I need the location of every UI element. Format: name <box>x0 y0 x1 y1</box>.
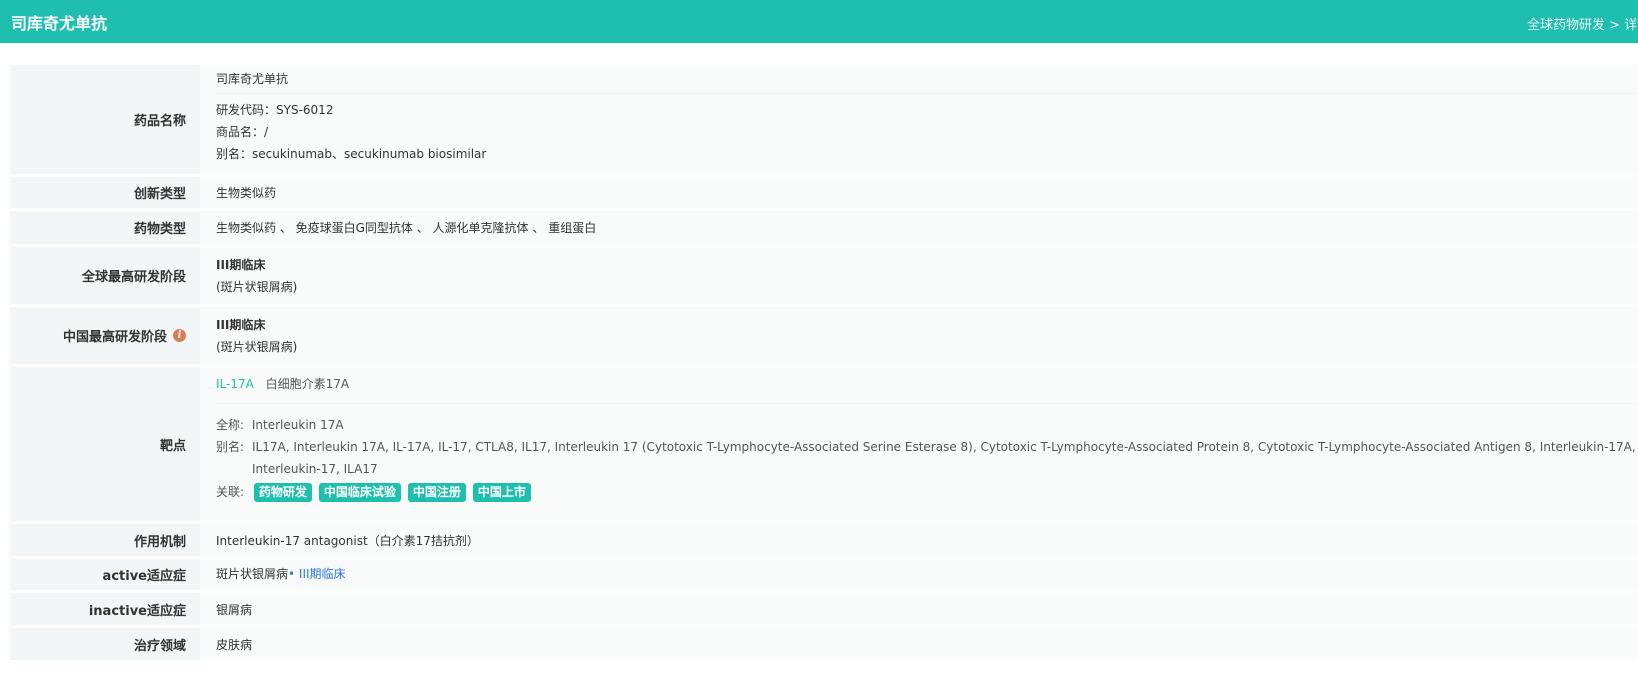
drug-code-line: 研发代码：SYS-6012 <box>216 99 1638 121</box>
row-drug-type: 药物类型 生物类似药 、 免疫球蛋白G同型抗体 、 人源化单克隆抗体 、 重组蛋… <box>10 211 1638 244</box>
tag-china-registration[interactable]: 中国注册 <box>407 483 466 502</box>
row-innovation-type: 创新类型 生物类似药 <box>10 177 1638 208</box>
divider <box>216 93 1638 94</box>
row-therapy-area: 治疗领域 皮肤病 <box>10 628 1638 660</box>
divider <box>216 403 1638 404</box>
label-china-stage-text: 中国最高研发阶段 <box>62 330 167 345</box>
global-stage-indication: (斑片状银屑病) <box>216 279 298 294</box>
label-drug-name: 药品名称 <box>10 65 200 174</box>
row-target: 靶点 IL-17A 白细胞介素17A 全称: Interleukin 17A 别… <box>10 367 1638 521</box>
china-stage-indication: (斑片状银屑病) <box>216 339 298 354</box>
target-alias-block: IL17A, Interleukin 17A, IL-17A, IL-17, C… <box>252 436 1638 480</box>
breadcrumb-separator: > <box>1605 18 1625 33</box>
china-stage: III期临床 <box>216 317 266 332</box>
drug-primary-name: 司库奇尤单抗 <box>216 72 289 86</box>
breadcrumb: 全球药物研发 > 详情 <box>1527 14 1638 33</box>
value-active-indication: 斑片状银屑病• III期临床 <box>200 559 1638 590</box>
row-mechanism: 作用机制 Interleukin-17 antagonist（白介素17拮抗剂） <box>10 524 1638 556</box>
drug-alias-line: 别名：secukinumab、secukinumab biosimilar <box>216 143 1638 165</box>
value-china-stage: III期临床 (斑片状银屑病) <box>200 307 1638 364</box>
active-indication-stage[interactable]: • III期临床 <box>288 567 346 581</box>
label-active-indication: active适应症 <box>10 559 200 590</box>
drug-code-label: 研发代码： <box>216 103 277 117</box>
drug-alias-label: 别名： <box>216 147 253 161</box>
tag-china-market[interactable]: 中国上市 <box>472 483 531 502</box>
drug-trade-line: 商品名：/ <box>216 121 1638 143</box>
value-global-stage: III期临床 (斑片状银屑病) <box>200 247 1638 304</box>
target-alias-line: 别名: IL17A, Interleukin 17A, IL-17A, IL-1… <box>216 436 1638 480</box>
target-related-line: 关联: 药物研发 中国临床试验 中国注册 中国上市 <box>216 481 1638 503</box>
value-innovation-type: 生物类似药 <box>200 177 1638 208</box>
label-global-stage: 全球最高研发阶段 <box>10 247 200 304</box>
page-title: 司库奇尤单抗 <box>11 13 108 33</box>
drug-detail-table: 药品名称 司库奇尤单抗 研发代码：SYS-6012 商品名：/ 别名：secuk… <box>10 65 1638 663</box>
value-drug-type: 生物类似药 、 免疫球蛋白G同型抗体 、 人源化单克隆抗体 、 重组蛋白 <box>200 211 1638 244</box>
target-related-label: 关联: <box>216 485 245 499</box>
row-global-stage: 全球最高研发阶段 III期临床 (斑片状银屑病) <box>10 247 1638 304</box>
label-china-stage: 中国最高研发阶段 i <box>10 307 200 364</box>
drug-alias: secukinumab、secukinumab biosimilar <box>252 147 487 161</box>
target-full-line: 全称: Interleukin 17A <box>216 414 1638 436</box>
target-alias-line2: Interleukin-17, ILA17 <box>252 462 378 476</box>
row-inactive-indication: inactive适应症 银屑病 <box>10 593 1638 625</box>
label-target: 靶点 <box>10 367 200 521</box>
row-drug-name: 药品名称 司库奇尤单抗 研发代码：SYS-6012 商品名：/ 别名：secuk… <box>10 65 1638 174</box>
drug-trade-label: 商品名： <box>216 125 265 139</box>
label-therapy-area: 治疗领域 <box>10 628 200 660</box>
active-indication: 斑片状银屑病 <box>216 567 289 581</box>
value-drug-name: 司库奇尤单抗 研发代码：SYS-6012 商品名：/ 别名：secukinuma… <box>200 65 1638 174</box>
page-header: 司库奇尤单抗 全球药物研发 > 详情 <box>0 0 1638 43</box>
drug-trade: / <box>264 125 269 139</box>
target-header-line: IL-17A 白细胞介素17A <box>216 373 1638 395</box>
tag-china-clinical-trial[interactable]: 中国临床试验 <box>318 483 401 502</box>
info-icon[interactable]: i <box>173 329 186 342</box>
breadcrumb-global-rd[interactable]: 全球药物研发 <box>1527 18 1605 33</box>
target-symbol-link[interactable]: IL-17A <box>216 377 254 391</box>
value-inactive-indication: 银屑病 <box>200 593 1638 625</box>
value-mechanism: Interleukin-17 antagonist（白介素17拮抗剂） <box>200 524 1638 556</box>
target-full: Interleukin 17A <box>251 418 344 432</box>
label-innovation-type: 创新类型 <box>10 177 200 208</box>
target-alias-label: 别名: <box>216 440 245 454</box>
target-full-label: 全称: <box>216 418 245 432</box>
global-stage: III期临床 <box>216 257 266 272</box>
target-alias-line1: IL17A, Interleukin 17A, IL-17A, IL-17, C… <box>252 440 1638 454</box>
value-target: IL-17A 白细胞介素17A 全称: Interleukin 17A 别名: … <box>200 367 1638 521</box>
label-mechanism: 作用机制 <box>10 524 200 556</box>
breadcrumb-current: 详情 <box>1624 18 1638 33</box>
label-inactive-indication: inactive适应症 <box>10 593 200 625</box>
drug-code: SYS-6012 <box>276 103 334 117</box>
value-therapy-area: 皮肤病 <box>200 628 1638 660</box>
row-china-stage: 中国最高研发阶段 i III期临床 (斑片状银屑病) <box>10 307 1638 364</box>
label-drug-type: 药物类型 <box>10 211 200 244</box>
row-active-indication: active适应症 斑片状银屑病• III期临床 <box>10 559 1638 590</box>
target-name: 白细胞介素17A <box>265 377 350 391</box>
tag-drug-rd[interactable]: 药物研发 <box>253 483 312 502</box>
